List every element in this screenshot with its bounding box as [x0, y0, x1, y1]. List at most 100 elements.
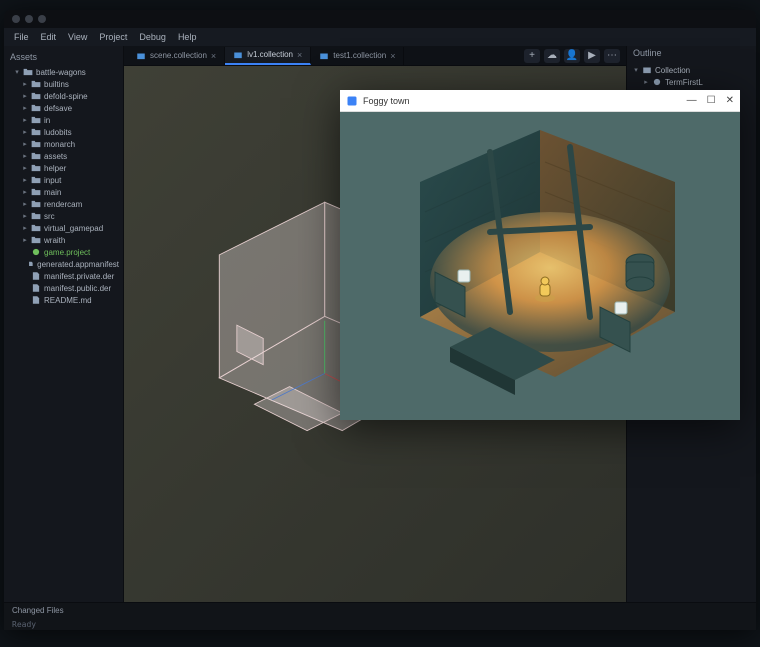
assets-folder-src[interactable]: ▸ src — [4, 210, 123, 222]
chevron-right-icon: ▸ — [643, 78, 649, 86]
tab-label: lv1.collection — [247, 50, 293, 59]
chevron-right-icon: ▸ — [22, 212, 28, 220]
folder-icon — [31, 163, 41, 173]
assets-folder-label: src — [44, 212, 55, 221]
assets-panel-title: Assets — [4, 50, 123, 64]
gameobject-icon — [652, 77, 662, 87]
outline-item-label: TermFirstL — [665, 78, 703, 87]
outline-panel-title: Outline — [627, 46, 756, 60]
assets-folder-ludobits[interactable]: ▸ludobits — [4, 126, 123, 138]
menubar: File Edit View Project Debug Help — [4, 28, 756, 46]
assets-folder-main[interactable]: ▸main — [4, 186, 123, 198]
folder-icon — [31, 115, 41, 125]
assets-folder-rendercam[interactable]: ▸rendercam — [4, 198, 123, 210]
toolbar: + ☁ 👤 ▶ ⋯ — [524, 49, 626, 63]
menu-debug[interactable]: Debug — [139, 32, 166, 42]
assets-folder-label: monarch — [44, 140, 75, 149]
folder-icon — [31, 103, 41, 113]
menu-view[interactable]: View — [68, 32, 87, 42]
assets-file-label: manifest.private.der — [44, 272, 114, 281]
bottom-bar: Changed Files Ready — [4, 602, 756, 630]
play-button[interactable]: ▶ — [584, 49, 600, 63]
chevron-right-icon: ▸ — [22, 200, 28, 208]
folder-icon — [31, 235, 41, 245]
chevron-right-icon: ▸ — [22, 80, 28, 88]
folder-icon — [31, 187, 41, 197]
traffic-max-icon[interactable] — [38, 15, 46, 23]
assets-folder-label: assets — [44, 152, 67, 161]
assets-file[interactable]: manifest.private.der — [4, 270, 123, 282]
assets-folder-monarch[interactable]: ▸monarch — [4, 138, 123, 150]
assets-file[interactable]: generated.appmanifest — [4, 258, 123, 270]
assets-folder-defold-spine[interactable]: ▸defold-spine — [4, 90, 123, 102]
chevron-right-icon: ▸ — [22, 236, 28, 244]
assets-folder-helper[interactable]: ▸helper — [4, 162, 123, 174]
file-icon — [31, 283, 41, 293]
assets-folder-virtual_gamepad[interactable]: ▸virtual_gamepad — [4, 222, 123, 234]
folder-icon — [31, 151, 41, 161]
changed-files-tab[interactable]: Changed Files — [4, 603, 756, 618]
editor-tab[interactable]: lv1.collection × — [225, 47, 311, 65]
assets-file-label: README.md — [44, 296, 92, 305]
close-icon[interactable]: × — [211, 51, 216, 61]
folder-icon — [31, 211, 41, 221]
collection-icon — [233, 50, 243, 60]
close-icon[interactable]: × — [390, 51, 395, 61]
assets-folder-label: defsave — [44, 104, 72, 113]
chevron-right-icon: ▸ — [22, 128, 28, 136]
folder-icon — [31, 223, 41, 233]
assets-file[interactable]: game.project — [4, 246, 123, 258]
game-preview-window: Foggy town — ☐ ✕ — [340, 90, 740, 420]
game-window-title: Foggy town — [363, 96, 410, 106]
assets-file-label: generated.appmanifest — [37, 260, 119, 269]
assets-file[interactable]: README.md — [4, 294, 123, 306]
assets-folder-in[interactable]: ▸in — [4, 114, 123, 126]
tab-label: scene.collection — [150, 51, 207, 60]
assets-root-folder[interactable]: ▾ battle-wagons — [4, 66, 123, 78]
editor-tab[interactable]: scene.collection × — [128, 47, 225, 65]
gear-icon — [31, 247, 41, 257]
minimize-button[interactable]: — — [687, 95, 697, 106]
editor-tab[interactable]: test1.collection × — [311, 47, 404, 65]
chevron-right-icon: ▸ — [22, 164, 28, 172]
cloud-button[interactable]: ☁ — [544, 49, 560, 63]
folder-icon — [31, 91, 41, 101]
assets-folder-label: input — [44, 176, 61, 185]
assets-file[interactable]: manifest.public.der — [4, 282, 123, 294]
assets-folder-builtins[interactable]: ▸ builtins — [4, 78, 123, 90]
traffic-min-icon[interactable] — [25, 15, 33, 23]
assets-folder-label: wraith — [44, 236, 65, 245]
chevron-down-icon: ▾ — [633, 66, 639, 74]
collection-icon — [136, 51, 146, 61]
maximize-button[interactable]: ☐ — [707, 95, 716, 106]
game-titlebar[interactable]: Foggy town — ☐ ✕ — [340, 90, 740, 112]
assets-folder-input[interactable]: ▸input — [4, 174, 123, 186]
menu-file[interactable]: File — [14, 32, 29, 42]
collection-icon — [642, 65, 652, 75]
chevron-right-icon: ▸ — [22, 152, 28, 160]
close-icon[interactable]: × — [297, 50, 302, 60]
close-button[interactable]: ✕ — [726, 95, 734, 106]
traffic-close-icon[interactable] — [12, 15, 20, 23]
chevron-right-icon: ▸ — [22, 224, 28, 232]
more-button[interactable]: ⋯ — [604, 49, 620, 63]
menu-edit[interactable]: Edit — [41, 32, 57, 42]
folder-icon — [31, 139, 41, 149]
status-text: Ready — [4, 618, 756, 631]
outline-root[interactable]: ▾ Collection — [627, 64, 756, 76]
menu-help[interactable]: Help — [178, 32, 197, 42]
tab-label: test1.collection — [333, 51, 386, 60]
game-viewport[interactable] — [340, 112, 740, 420]
menu-project[interactable]: Project — [99, 32, 127, 42]
assets-file-label: game.project — [44, 248, 90, 257]
outline-item[interactable]: ▸ TermFirstL — [627, 76, 756, 88]
chevron-right-icon: ▸ — [22, 92, 28, 100]
assets-folder-wraith[interactable]: ▸ wraith — [4, 234, 123, 246]
user-button[interactable]: 👤 — [564, 49, 580, 63]
assets-folder-defsave[interactable]: ▸defsave — [4, 102, 123, 114]
assets-folder-assets[interactable]: ▸ assets — [4, 150, 123, 162]
assets-panel: Assets ▾ battle-wagons ▸ builtins▸defold-… — [4, 46, 124, 602]
add-button[interactable]: + — [524, 49, 540, 63]
file-icon — [31, 295, 41, 305]
assets-folder-label: builtins — [44, 80, 69, 89]
